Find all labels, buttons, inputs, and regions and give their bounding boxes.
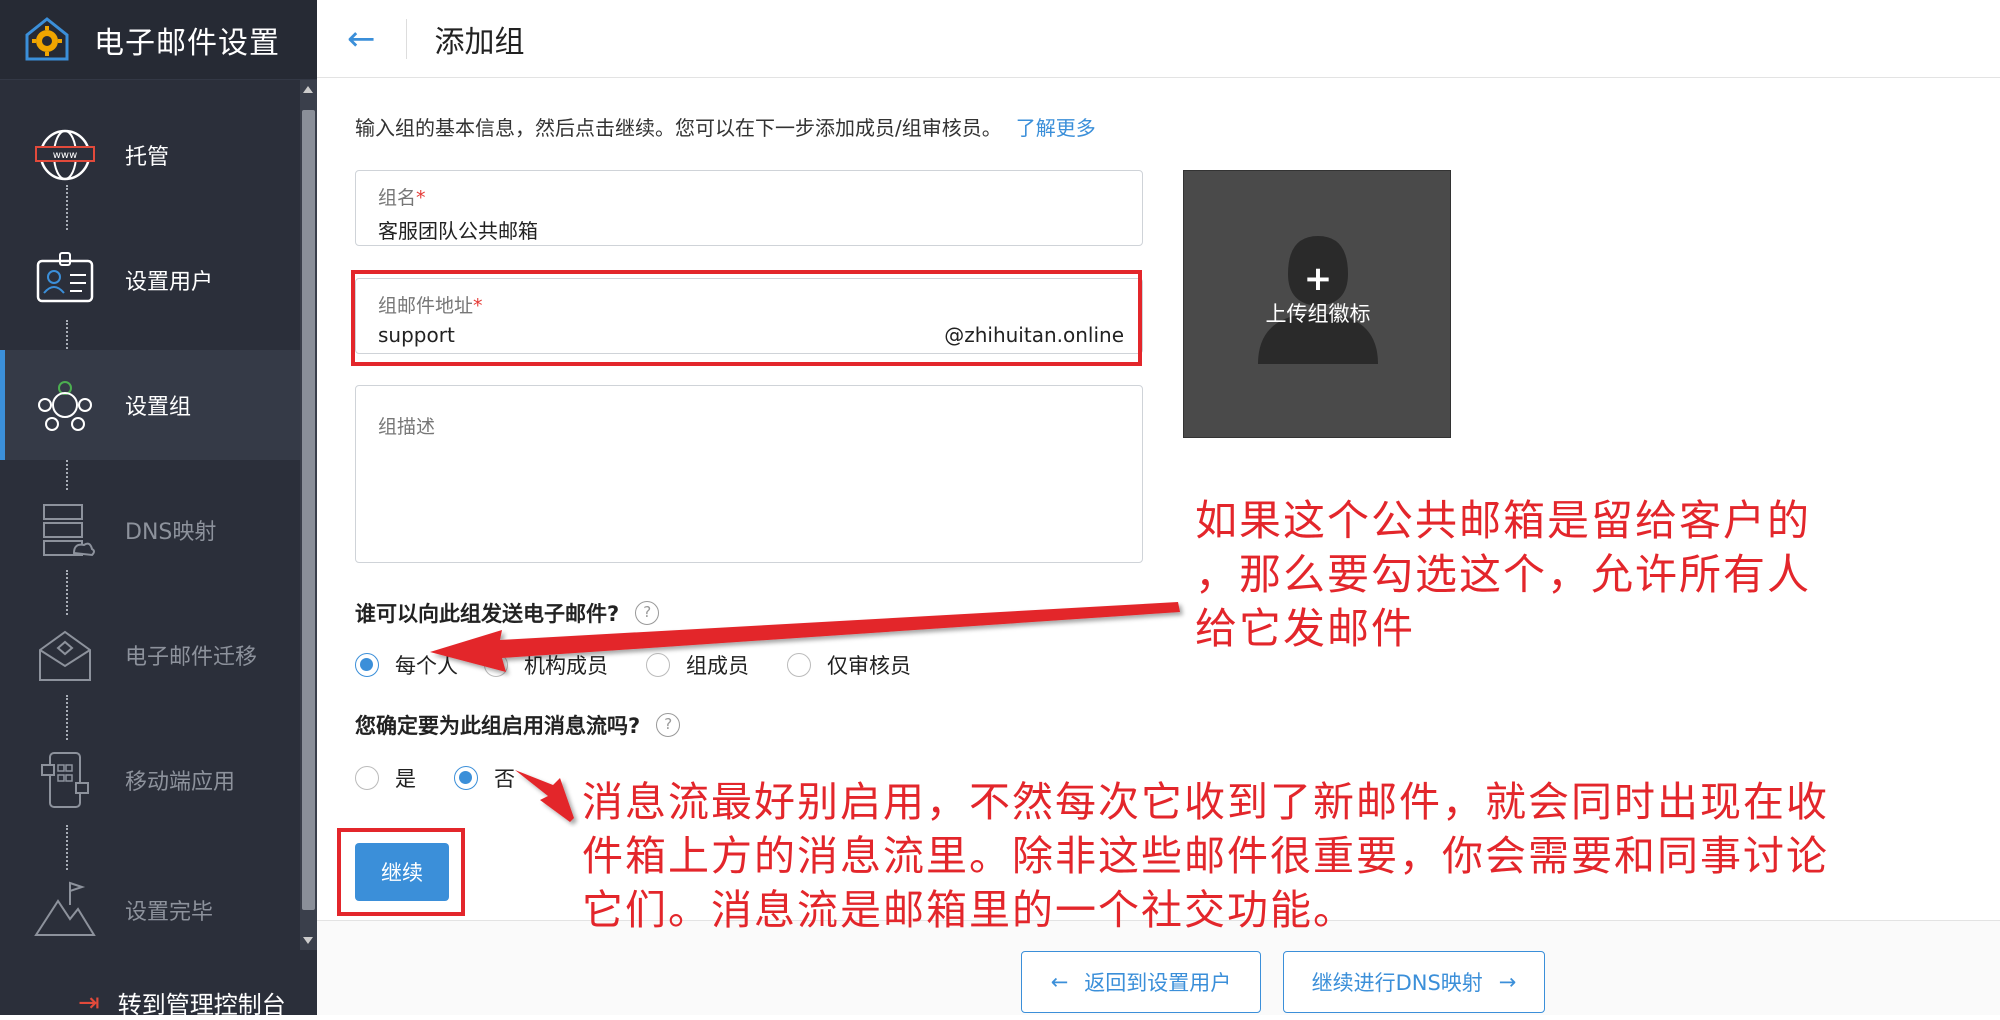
right-arrow-icon: →	[1498, 970, 1517, 994]
back-to-users-label: 返回到设置用户	[1084, 971, 1232, 995]
annotation-note-2: 消息流最好别启用，不然每次它收到了新邮件，就会同时出现在收 件箱上方的消息流里。…	[582, 775, 1829, 937]
group-name-field[interactable]: 组名* 客服团队公共邮箱	[355, 170, 1143, 246]
annotation-line: 它们。消息流是邮箱里的一个社交功能。	[582, 886, 1356, 934]
sidebar-step-label: 托管	[125, 145, 170, 170]
annotation-line: 件箱上方的消息流里。除非这些邮件很重要，你会需要和同事讨论	[582, 832, 1829, 880]
learn-more-link[interactable]: 了解更多	[1016, 116, 1096, 140]
who-can-send-options: 每个人 机构成员 组成员 仅审核员	[355, 650, 949, 680]
scroll-thumb[interactable]	[302, 110, 315, 910]
radio-circle[interactable]	[646, 653, 670, 677]
mail-migration-icon	[39, 630, 91, 681]
annotation-note-1: 如果这个公共邮箱是留给客户的 ，那么要勾选这个，允许所有人 给它发邮件	[1195, 494, 1811, 656]
radio-label: 是	[395, 767, 416, 791]
sidebar-step-label: DNS映射	[125, 520, 217, 545]
sidebar-step-label: 移动端应用	[125, 770, 236, 795]
radio-circle[interactable]	[355, 766, 379, 790]
sidebar-step-label: 电子邮件迁移	[125, 645, 258, 670]
radio-label: 机构成员	[524, 654, 608, 678]
sidebar-step-label: 设置用户	[125, 270, 214, 295]
user-card-icon	[36, 252, 94, 303]
group-description-placeholder: 组描述	[378, 416, 436, 438]
continue-dns-button[interactable]: 继续进行DNS映射 →	[1283, 951, 1545, 1013]
continue-dns-label: 继续进行DNS映射	[1311, 971, 1483, 995]
radio-circle[interactable]	[355, 653, 379, 677]
radio-group-members[interactable]: 组成员	[646, 650, 749, 680]
header-divider	[405, 18, 407, 59]
sidebar-step-migration[interactable]: 电子邮件迁移	[0, 600, 300, 710]
mountain-flag-icon	[34, 881, 96, 936]
logout-arrow-icon: ⇥	[78, 987, 100, 1018]
help-icon[interactable]: ?	[635, 601, 660, 625]
who-can-send-question: 谁可以向此组发送电子邮件? ?	[355, 598, 660, 628]
sidebar-scrollbar[interactable]	[300, 80, 317, 950]
scroll-up-icon[interactable]	[303, 86, 313, 93]
help-icon[interactable]: ?	[656, 713, 681, 737]
upload-logo-label: 上传组徽标	[1265, 302, 1371, 326]
annotation-line: 如果这个公共邮箱是留给客户的	[1195, 496, 1812, 545]
stream-question-label: 您确定要为此组启用消息流吗?	[355, 714, 641, 738]
group-icon	[38, 381, 92, 431]
group-name-value[interactable]: 客服团队公共邮箱	[378, 215, 538, 244]
page-header: ← 添加组	[317, 0, 2000, 78]
who-can-send-label: 谁可以向此组发送电子邮件?	[355, 602, 620, 626]
radio-everyone[interactable]: 每个人	[355, 650, 458, 680]
dns-server-icon	[43, 504, 95, 557]
annotation-line: 消息流最好别启用，不然每次它收到了新邮件，就会同时出现在收	[582, 778, 1829, 826]
svg-text:www: www	[53, 150, 78, 161]
group-description-field[interactable]: 组描述	[355, 385, 1143, 563]
radio-circle[interactable]	[454, 766, 478, 790]
radio-circle[interactable]	[787, 653, 811, 677]
sidebar-step-hosting[interactable]: www 托管	[0, 100, 300, 210]
radio-label: 每个人	[395, 654, 458, 678]
intro-text: 输入组的基本信息，然后点击继续。您可以在下一步添加成员/组审核员。 了解更多	[355, 112, 1096, 141]
upload-group-logo[interactable]: + 上传组徽标	[1183, 170, 1451, 438]
sidebar-step-label: 设置完毕	[125, 900, 214, 925]
intro-description: 输入组的基本信息，然后点击继续。您可以在下一步添加成员/组审核员。	[355, 116, 1002, 140]
left-arrow-icon: ←	[1050, 970, 1069, 994]
stream-options: 是 否	[355, 763, 553, 793]
sidebar: 电子邮件设置 www 托管 设置用户 设置组 DNS映射 电子邮件迁移 移动端应…	[0, 0, 317, 1019]
continue-highlight-box	[337, 828, 465, 916]
radio-label: 组成员	[686, 654, 749, 678]
annotation-line: ，那么要勾选这个，允许所有人	[1195, 550, 1812, 599]
sidebar-step-groups[interactable]: 设置组	[0, 350, 300, 460]
scroll-down-icon[interactable]	[303, 937, 313, 944]
required-mark: *	[416, 187, 426, 209]
radio-label: 仅审核员	[827, 654, 911, 678]
brand-header: 电子邮件设置	[0, 0, 317, 80]
sidebar-step-mobile[interactable]: 移动端应用	[0, 725, 300, 835]
radio-stream-no[interactable]: 否	[454, 763, 515, 793]
group-name-label: 组名*	[378, 183, 426, 210]
radio-label: 否	[494, 767, 515, 791]
back-arrow-icon[interactable]: ←	[347, 19, 376, 59]
app-title: 电子邮件设置	[94, 25, 280, 61]
sidebar-step-users[interactable]: 设置用户	[0, 225, 300, 335]
radio-moderators-only[interactable]: 仅审核员	[787, 650, 911, 680]
stream-question: 您确定要为此组启用消息流吗? ?	[355, 710, 681, 740]
email-highlight-box	[351, 270, 1142, 366]
radio-circle[interactable]	[484, 653, 508, 677]
radio-stream-yes[interactable]: 是	[355, 763, 416, 793]
plus-icon: +	[1303, 259, 1333, 299]
globe-www-icon: www	[35, 129, 95, 181]
sidebar-step-label: 设置组	[125, 395, 192, 420]
page-title: 添加组	[434, 24, 525, 60]
back-to-users-button[interactable]: ← 返回到设置用户	[1021, 951, 1261, 1013]
sidebar-step-complete[interactable]: 设置完毕	[0, 855, 300, 965]
settings-gear-mail-icon	[25, 16, 69, 60]
annotation-line: 给它发邮件	[1195, 604, 1416, 653]
mobile-app-icon	[41, 752, 89, 808]
radio-org-members[interactable]: 机构成员	[484, 650, 608, 680]
group-name-label-text: 组名	[378, 187, 417, 209]
sidebar-step-dns[interactable]: DNS映射	[0, 475, 300, 585]
